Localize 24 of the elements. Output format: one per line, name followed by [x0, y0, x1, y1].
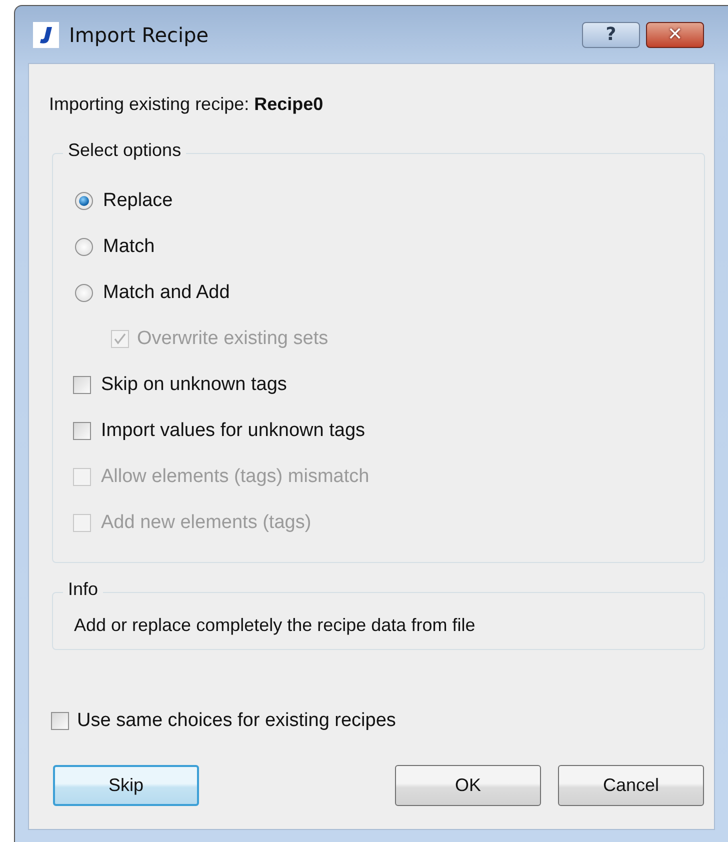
checkbox[interactable] — [73, 422, 91, 440]
option-label: Overwrite existing sets — [137, 328, 328, 350]
dialog-button[interactable]: OK — [395, 765, 541, 806]
info-text: Add or replace completely the recipe data from file — [74, 615, 476, 636]
app-logo-icon — [33, 22, 59, 48]
checkbox[interactable] — [73, 376, 91, 394]
radio-button[interactable] — [75, 192, 93, 210]
checkbox[interactable] — [51, 712, 69, 730]
radio-button[interactable] — [75, 284, 93, 302]
window-title: Import Recipe — [69, 22, 209, 46]
radio-button[interactable] — [75, 238, 93, 256]
option-label: Add new elements (tags) — [101, 512, 312, 534]
group-title: Select options — [63, 140, 186, 161]
option-label: Import values for unknown tags — [101, 420, 366, 442]
import-status-text: Importing existing recipe: Recipe0 — [49, 94, 324, 115]
option-label: Allow elements (tags) mismatch — [101, 466, 370, 488]
option-label: Skip on unknown tags — [101, 374, 287, 396]
dialog-button[interactable]: Cancel — [558, 765, 704, 806]
dialog-button[interactable]: Skip — [53, 765, 199, 806]
option-label: Use same choices for existing recipes — [77, 710, 396, 732]
option-label: Match — [103, 236, 155, 258]
option-label: Replace — [103, 190, 173, 212]
help-button[interactable]: ? — [582, 22, 640, 48]
option-label: Match and Add — [103, 282, 230, 304]
